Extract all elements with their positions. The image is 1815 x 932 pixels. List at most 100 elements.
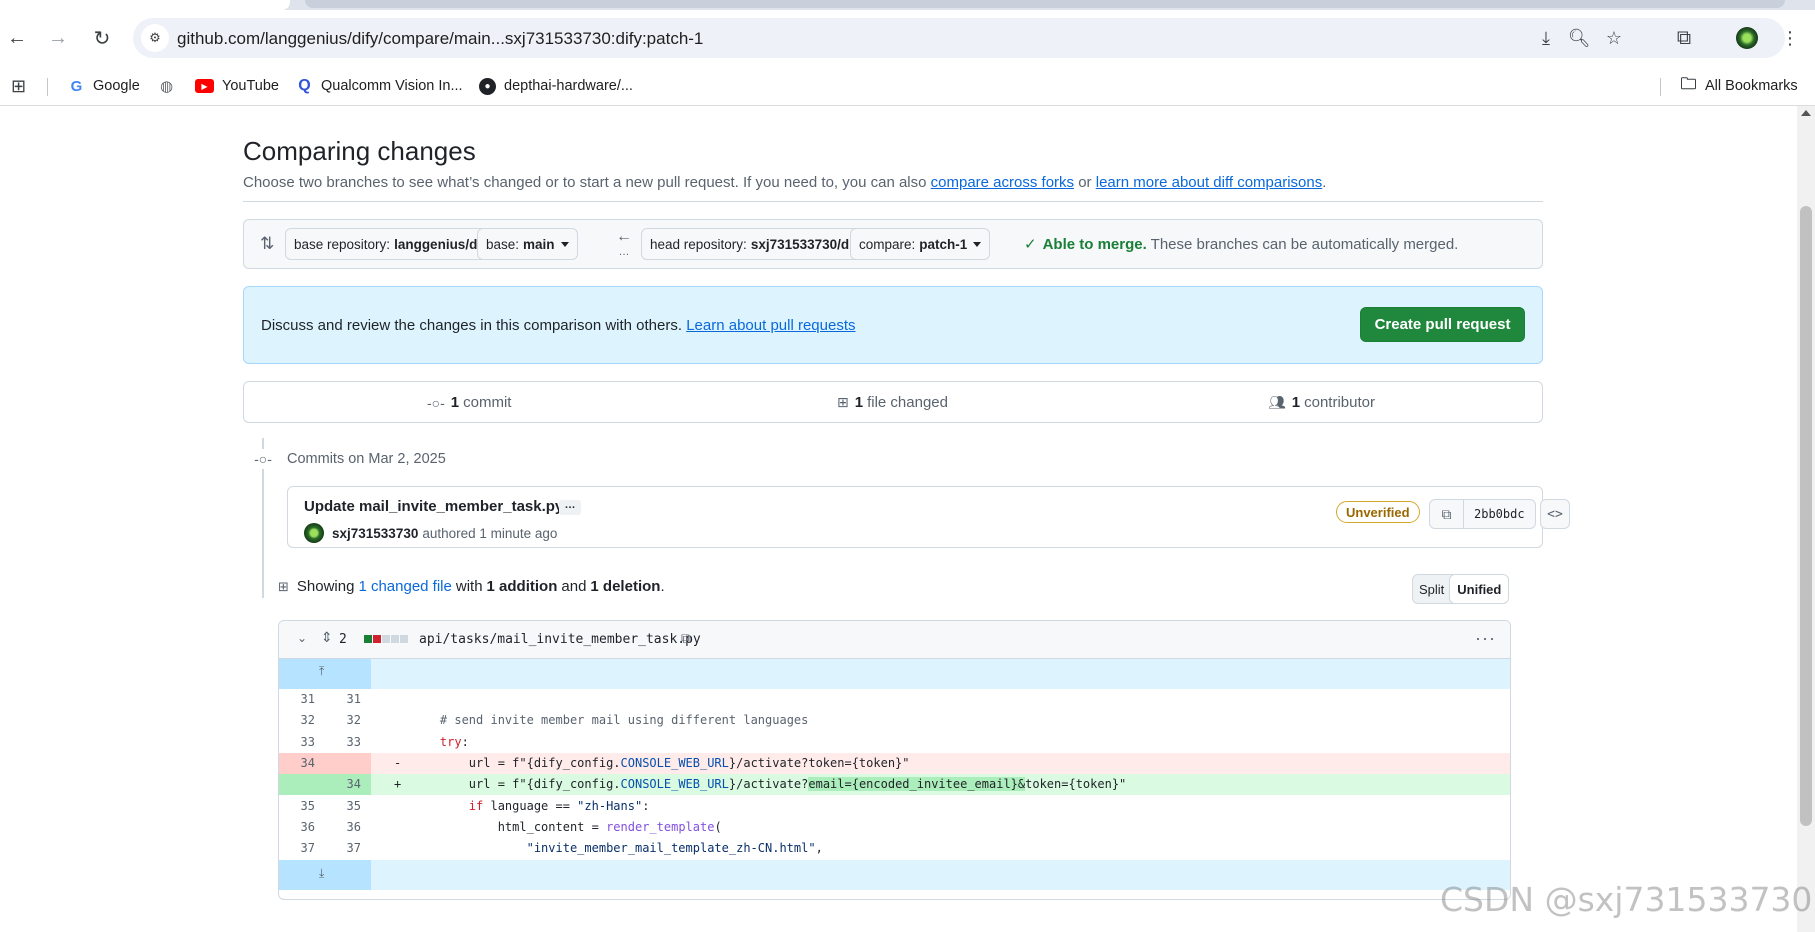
caret-down-icon [973, 241, 982, 247]
diff-line: 31 31 [279, 689, 1510, 710]
arrow-left-icon: ←… [616, 228, 632, 259]
bookmarks-divider [1660, 78, 1661, 96]
merge-detail-text: These branches can be automatically merg… [1150, 236, 1459, 253]
file-diff-header: ⌄ ⇕ 2 api/tasks/mail_invite_member_task.… [279, 621, 1510, 659]
diffstat-neutral [391, 635, 399, 643]
address-bar[interactable]: ⚙ github.com/langgenius/dify/compare/mai… [133, 18, 1785, 58]
diff-line: 32 32 # send invite member mail using dif… [279, 710, 1510, 731]
zoom-icon[interactable]: 🔍︎ [1568, 27, 1591, 49]
compare-branch-value: patch-1 [919, 236, 968, 252]
bookmark-star-icon[interactable]: ☆ [1603, 27, 1625, 49]
active-tab[interactable] [0, 0, 290, 10]
merge-status: ✓ Able to merge. These branches can be au… [1024, 235, 1458, 253]
bookmark-depthai[interactable]: ● depthai-hardware/... [479, 74, 633, 98]
unverified-badge[interactable]: Unverified [1336, 501, 1420, 523]
expand-all-icon[interactable]: ⇕ [321, 629, 333, 646]
diff-stat-count: 2 [339, 632, 347, 647]
watermark: CSDN @sxj731533730 [1440, 880, 1813, 919]
profile-avatar[interactable] [1733, 24, 1761, 52]
files-changed-tab[interactable]: ⊞ 1 file changed [837, 394, 948, 411]
deletions-count: 1 deletion [590, 578, 661, 595]
new-line-number[interactable]: 32 [325, 710, 371, 731]
new-line-number[interactable]: 34 [325, 774, 371, 795]
diff-summary: ⊞ Showing 1 changed file with 1 addition… [278, 578, 665, 595]
github-icon: ● [479, 77, 496, 95]
browse-code-button[interactable]: <> [1540, 499, 1570, 529]
contributors-tab[interactable]: 👥︎ 1 contributor [1268, 394, 1375, 411]
bookmark-globe[interactable]: ◍ [158, 74, 183, 98]
changed-file-link[interactable]: 1 changed file [358, 578, 451, 595]
file-diff-icon: ⊞ [278, 578, 289, 594]
learn-diff-comparisons-link[interactable]: learn more about diff comparisons [1096, 174, 1323, 191]
commit-expand-button[interactable]: … [559, 500, 581, 515]
commits-tab[interactable]: -○- 1 commit [427, 394, 511, 411]
split-view-button[interactable]: Split [1413, 575, 1450, 603]
file-path-link[interactable]: api/tasks/mail_invite_member_task.py [419, 632, 701, 647]
code-text: # send invite member mail using differen… [439, 713, 809, 728]
scrollbar-thumb[interactable] [1800, 206, 1812, 826]
url-text[interactable]: github.com/langgenius/dify/compare/main.… [177, 29, 703, 49]
create-pull-request-button[interactable]: Create pull request [1360, 307, 1525, 342]
chevron-down-icon[interactable]: ⌄ [297, 631, 307, 645]
compare-across-forks-link[interactable]: compare across forks [931, 174, 1074, 191]
page-scrollbar[interactable] [1797, 106, 1815, 932]
subtitle-or: or [1078, 174, 1092, 191]
browser-menu-icon[interactable]: ⋮ [1776, 24, 1804, 52]
old-line-number[interactable]: 33 [279, 732, 325, 753]
hunk-gutter [279, 659, 371, 689]
commit-icon: -○- [427, 394, 445, 411]
kebab-menu-icon[interactable]: ··· [1475, 628, 1496, 649]
author-name-link[interactable]: sxj731533730 [332, 526, 418, 541]
forward-arrow-icon[interactable]: → [44, 24, 72, 52]
expand-up-icon[interactable]: ⤒ [319, 659, 324, 683]
scroll-up-arrow-icon[interactable] [1801, 110, 1811, 116]
new-line-number[interactable]: 31 [325, 689, 371, 710]
back-arrow-icon[interactable]: ← [3, 24, 31, 52]
expand-down-icon[interactable]: ⤓ [319, 860, 324, 886]
old-line-number[interactable]: 32 [279, 710, 325, 731]
bookmark-google[interactable]: G Google [68, 74, 140, 98]
bookmark-youtube[interactable]: ▶ YouTube [195, 74, 279, 98]
bookmark-qualcomm[interactable]: Q Qualcomm Vision In... [296, 74, 462, 98]
code-text: "invite_member_mail_template_zh-CN.html"… [526, 841, 823, 856]
unified-view-button[interactable]: Unified [1449, 575, 1509, 603]
apps-grid-icon[interactable]: ⊞ [11, 74, 26, 98]
copy-icon[interactable]: ⧉ [1430, 500, 1464, 528]
reload-icon[interactable]: ↻ [88, 24, 116, 52]
google-icon: G [70, 77, 83, 95]
new-line-number[interactable]: 35 [325, 796, 371, 817]
base-branch-select[interactable]: base: main [477, 228, 578, 260]
install-app-icon[interactable]: ⤓ [1535, 27, 1557, 49]
file-diff-icon: ⊞ [837, 394, 849, 410]
code-text: url = f"{dify_config.CONSOLE_WEB_URL}/ac… [411, 777, 1127, 792]
commit-icon: -○- [253, 449, 273, 469]
compare-stats: -○- 1 commit ⊞ 1 file changed 👥︎ 1 contributor [243, 381, 1543, 423]
contributors-label: contributor [1304, 394, 1375, 411]
copy-icon[interactable]: ⧉ [681, 630, 691, 647]
tab-strip [0, 0, 1815, 10]
old-line-number[interactable]: 35 [279, 796, 325, 817]
old-line-number[interactable]: 37 [279, 838, 325, 859]
inactive-tab[interactable] [305, 0, 1785, 8]
diff-stat-bars [364, 635, 408, 643]
new-line-number[interactable]: 33 [325, 732, 371, 753]
summary-period: . [660, 578, 665, 595]
diff-marker: - [394, 755, 402, 770]
learn-pull-requests-link[interactable]: Learn about pull requests [686, 317, 855, 334]
compare-branch-select[interactable]: compare: patch-1 [850, 228, 991, 260]
extensions-icon[interactable]: ⧉ [1670, 24, 1698, 52]
commit-sha-link[interactable]: 2bb0bdc [1464, 507, 1535, 521]
site-info-icon[interactable]: ⚙ [141, 24, 169, 52]
divider [243, 201, 1543, 202]
new-line-number[interactable]: 37 [325, 838, 371, 859]
old-line-number[interactable]: 36 [279, 817, 325, 838]
contributors-count: 1 [1291, 394, 1301, 411]
old-line-number[interactable]: 31 [279, 689, 325, 710]
summary-with: with [455, 578, 483, 595]
old-line-number[interactable]: 34 [279, 753, 325, 774]
new-line-number[interactable]: 36 [325, 817, 371, 838]
all-bookmarks[interactable]: 🗀 All Bookmarks [1680, 74, 1797, 98]
diffstat-neutral [400, 635, 408, 643]
commit-message-link[interactable]: Update mail_invite_member_task.py [304, 498, 563, 515]
avatar[interactable] [304, 523, 324, 543]
